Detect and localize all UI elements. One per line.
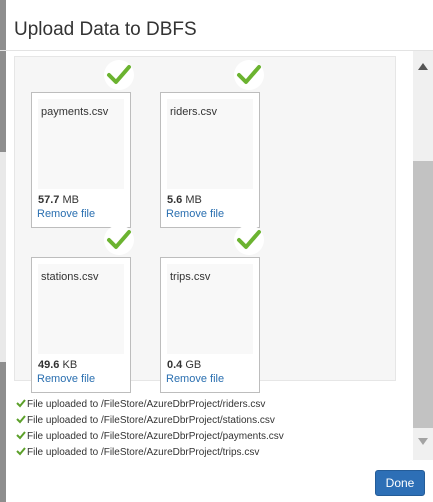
dialog-title: Upload Data to DBFS	[14, 19, 197, 40]
checkmark-icon	[234, 60, 264, 90]
checkmark-icon	[16, 399, 26, 408]
checkmark-icon	[234, 225, 264, 255]
file-size: 49.6 KB	[38, 359, 78, 371]
checkmark-icon	[16, 431, 26, 440]
file-name: stations.csv	[41, 271, 99, 283]
dialog-header: Upload Data to DBFS	[0, 0, 433, 51]
file-size: 57.7 MB	[38, 194, 79, 206]
file-name: trips.csv	[170, 271, 211, 283]
upload-log: File uploaded to /FileStore/AzureDbrProj…	[16, 397, 406, 460]
checkmark-icon	[16, 415, 26, 424]
file-card-payments: payments.csv 57.7 MB Remove file	[31, 92, 131, 228]
done-button[interactable]: Done	[375, 470, 425, 496]
vertical-scrollbar[interactable]	[413, 51, 433, 460]
file-size: 5.6 MB	[167, 194, 202, 206]
log-line: File uploaded to /FileStore/AzureDbrProj…	[16, 413, 406, 429]
file-size: 0.4 GB	[167, 359, 202, 371]
file-dropzone[interactable]: payments.csv 57.7 MB Remove file riders.…	[14, 56, 396, 393]
file-card-trips: trips.csv 0.4 GB Remove file	[160, 257, 260, 393]
log-line: File uploaded to /FileStore/AzureDbrProj…	[16, 445, 406, 460]
dialog-body: payments.csv 57.7 MB Remove file riders.…	[0, 51, 433, 460]
checkmark-icon	[16, 447, 26, 456]
file-name: riders.csv	[170, 106, 218, 118]
remove-file-link[interactable]: Remove file	[37, 373, 95, 385]
remove-file-link[interactable]: Remove file	[166, 208, 224, 220]
checkmark-icon	[104, 60, 134, 90]
dialog-footer: Done	[0, 460, 433, 502]
upload-dialog: Upload Data to DBFS payments.csv 57.7 MB…	[0, 0, 433, 502]
log-line: File uploaded to /FileStore/AzureDbrProj…	[16, 429, 406, 445]
remove-file-link[interactable]: Remove file	[166, 373, 224, 385]
remove-file-link[interactable]: Remove file	[37, 208, 95, 220]
file-card-stations: stations.csv 49.6 KB Remove file	[31, 257, 131, 393]
scroll-up-arrow-icon[interactable]	[418, 63, 428, 70]
file-card-riders: riders.csv 5.6 MB Remove file	[160, 92, 260, 228]
scroll-down-arrow-icon[interactable]	[418, 438, 428, 445]
checkmark-icon	[104, 225, 134, 255]
log-line: File uploaded to /FileStore/AzureDbrProj…	[16, 397, 406, 413]
scrollbar-thumb[interactable]	[413, 161, 433, 428]
file-name: payments.csv	[41, 106, 109, 118]
